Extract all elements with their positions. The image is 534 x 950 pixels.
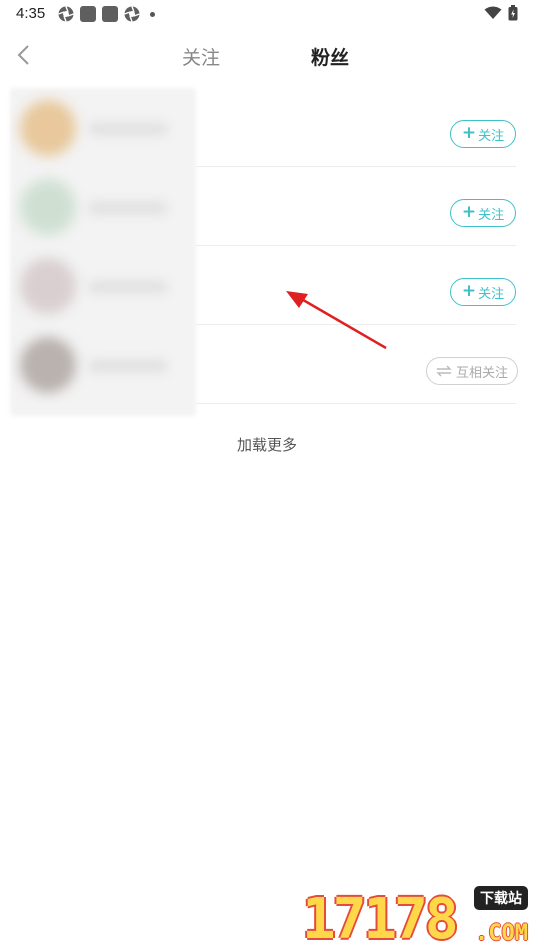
status-time: 4:35: [16, 5, 46, 22]
site-watermark: 17178 下载站 .COM: [302, 886, 530, 948]
plus-icon: +: [461, 201, 477, 222]
avatar[interactable]: [20, 100, 76, 156]
status-bar: 4:35: [0, 0, 534, 30]
load-more-label: 加载更多: [236, 436, 297, 454]
app-square-icon: [102, 6, 118, 22]
username-blurred: [88, 201, 168, 215]
follow-button[interactable]: + 关注: [450, 120, 516, 148]
mutual-follow-button[interactable]: 互相关注: [426, 357, 518, 385]
wifi-icon: [484, 6, 502, 19]
list-item[interactable]: + 关注: [0, 167, 534, 246]
watermark-number: 17178: [302, 887, 459, 950]
avatar[interactable]: [20, 179, 76, 235]
follow-button[interactable]: + 关注: [450, 199, 516, 227]
fans-list: + 关注 + 关注 + 关注 互相关注: [0, 88, 534, 404]
plus-icon: +: [461, 122, 477, 143]
tab-fans[interactable]: 粉丝: [311, 43, 349, 70]
follow-button[interactable]: + 关注: [450, 278, 516, 306]
username-blurred: [88, 359, 168, 373]
status-icons-left: [58, 6, 155, 22]
aperture-icon: [58, 6, 74, 22]
red-arrow-icon: [286, 291, 387, 350]
swap-arrows-icon: [436, 365, 452, 377]
username-blurred: [88, 280, 168, 294]
battery-icon: [508, 5, 518, 21]
status-icons-right: [484, 5, 518, 21]
follow-button-label: 关注: [478, 286, 505, 302]
load-more-link[interactable]: 加载更多: [0, 434, 534, 455]
plus-icon: +: [461, 280, 477, 301]
tab-following[interactable]: 关注: [182, 43, 220, 70]
watermark-badge: 下载站: [474, 886, 528, 910]
row-divider: [196, 403, 516, 404]
mutual-follow-label: 互相关注: [455, 365, 508, 381]
aperture-icon: [124, 6, 140, 22]
notification-dot-icon: [150, 11, 155, 17]
follow-button-label: 关注: [478, 128, 505, 144]
avatar[interactable]: [20, 258, 76, 314]
avatar[interactable]: [20, 337, 76, 393]
watermark-suffix: .COM: [475, 921, 528, 946]
app-square-icon: [80, 6, 96, 22]
list-item[interactable]: + 关注: [0, 246, 534, 325]
username-blurred: [88, 122, 168, 136]
list-item[interactable]: 互相关注: [0, 325, 534, 404]
top-nav-header: 关注 粉丝: [0, 30, 534, 82]
list-item[interactable]: + 关注: [0, 88, 534, 167]
follow-button-label: 关注: [478, 207, 505, 223]
back-chevron-icon[interactable]: [12, 42, 36, 68]
